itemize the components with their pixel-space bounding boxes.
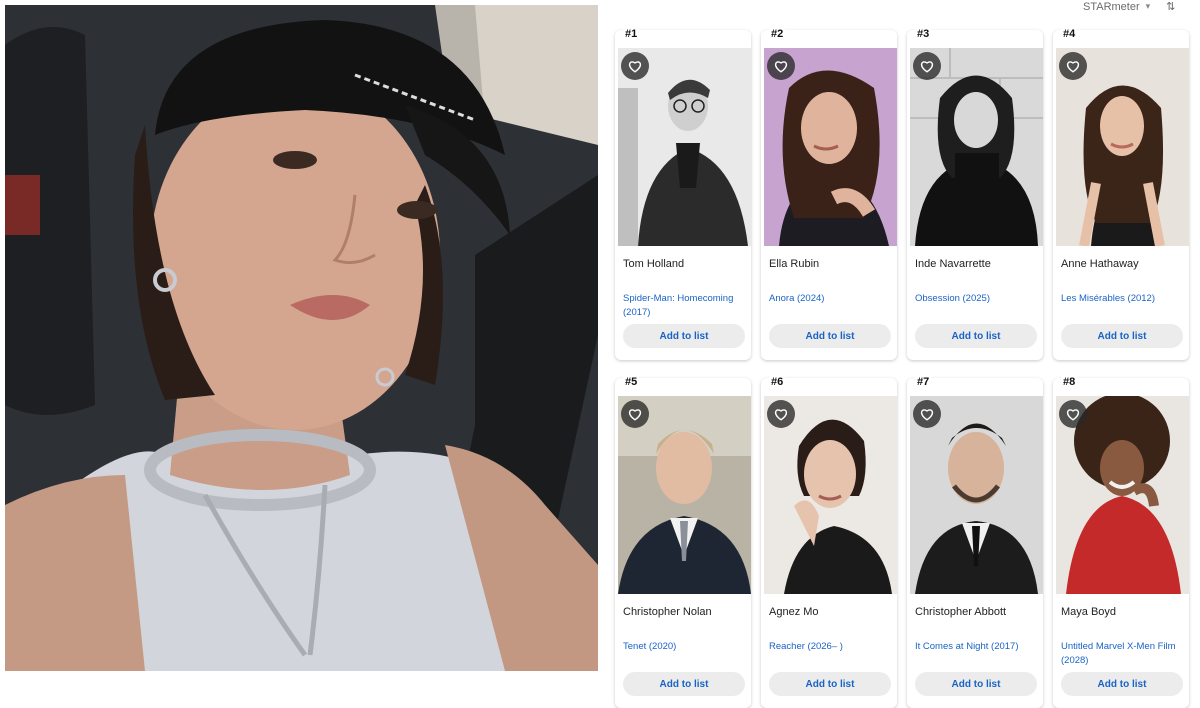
divider bbox=[598, 0, 610, 675]
known-for-link[interactable]: It Comes at Night (2017) bbox=[915, 640, 1039, 654]
heart-outline-icon bbox=[920, 408, 934, 421]
star-card[interactable]: #3 Inde Navarrette Obsession (2025) Add … bbox=[907, 28, 1043, 360]
star-card[interactable]: #1 Tom Holland Spider-Man: Homecoming (2… bbox=[615, 28, 751, 360]
rank-badge: #1 bbox=[623, 28, 640, 40]
star-card[interactable]: #2 Ella Rubin Anora (2024) Add to list bbox=[761, 28, 897, 360]
known-for-link[interactable]: Untitled Marvel X-Men Film (2028) bbox=[1061, 640, 1185, 668]
star-photo[interactable] bbox=[618, 48, 751, 246]
rank-badge: #2 bbox=[769, 28, 786, 40]
heart-outline-icon bbox=[628, 408, 642, 421]
star-photo[interactable] bbox=[1056, 396, 1189, 594]
star-name[interactable]: Agnez Mo bbox=[769, 606, 819, 618]
star-name[interactable]: Christopher Nolan bbox=[623, 606, 712, 618]
known-for-link[interactable]: Anora (2024) bbox=[769, 292, 893, 306]
star-photo[interactable] bbox=[764, 396, 897, 594]
favorite-button[interactable] bbox=[621, 52, 649, 80]
add-to-list-button[interactable]: Add to list bbox=[1061, 672, 1183, 696]
add-to-list-button[interactable]: Add to list bbox=[769, 324, 891, 348]
known-for-link[interactable]: Obsession (2025) bbox=[915, 292, 1039, 306]
heart-outline-icon bbox=[774, 60, 788, 73]
rank-badge: #8 bbox=[1061, 376, 1078, 388]
heart-outline-icon bbox=[1066, 60, 1080, 73]
favorite-button[interactable] bbox=[1059, 52, 1087, 80]
known-for-link[interactable]: Reacher (2026– ) bbox=[769, 640, 893, 654]
star-card[interactable]: #4 Anne Hathaway Les Misérables (2012) A… bbox=[1053, 28, 1189, 360]
star-name[interactable]: Anne Hathaway bbox=[1061, 258, 1139, 270]
rank-badge: #3 bbox=[915, 28, 932, 40]
rank-badge: #6 bbox=[769, 376, 786, 388]
known-for-link[interactable]: Spider-Man: Homecoming (2017) bbox=[623, 292, 747, 320]
star-name[interactable]: Maya Boyd bbox=[1061, 606, 1116, 618]
star-card[interactable]: #6 Agnez Mo Reacher (2026– ) Add to list bbox=[761, 376, 897, 708]
rank-badge: #7 bbox=[915, 376, 932, 388]
star-card[interactable]: #5 Christopher Nolan Tenet (2020) Add to… bbox=[615, 376, 751, 708]
heart-outline-icon bbox=[920, 60, 934, 73]
star-photo[interactable] bbox=[764, 48, 897, 246]
star-photo[interactable] bbox=[910, 48, 1043, 246]
known-for-link[interactable]: Tenet (2020) bbox=[623, 640, 747, 654]
add-to-list-button[interactable]: Add to list bbox=[915, 324, 1037, 348]
favorite-button[interactable] bbox=[767, 400, 795, 428]
star-name[interactable]: Tom Holland bbox=[623, 258, 684, 270]
favorite-button[interactable] bbox=[1059, 400, 1087, 428]
favorite-button[interactable] bbox=[913, 52, 941, 80]
star-name[interactable]: Inde Navarrette bbox=[915, 258, 991, 270]
star-name[interactable]: Christopher Abbott bbox=[915, 606, 1006, 618]
add-to-list-button[interactable]: Add to list bbox=[769, 672, 891, 696]
known-for-link[interactable]: Les Misérables (2012) bbox=[1061, 292, 1185, 306]
star-photo[interactable] bbox=[910, 396, 1043, 594]
add-to-list-button[interactable]: Add to list bbox=[1061, 324, 1183, 348]
star-card[interactable]: #8 Maya Boyd Untitled Marvel X-Men Film … bbox=[1053, 376, 1189, 708]
heart-outline-icon bbox=[628, 60, 642, 73]
rank-badge: #4 bbox=[1061, 28, 1078, 40]
heart-outline-icon bbox=[774, 408, 788, 421]
star-name[interactable]: Ella Rubin bbox=[769, 258, 819, 270]
heart-outline-icon bbox=[1066, 408, 1080, 421]
rank-badge: #5 bbox=[623, 376, 640, 388]
add-to-list-button[interactable]: Add to list bbox=[623, 672, 745, 696]
star-photo[interactable] bbox=[618, 396, 751, 594]
star-grid: #1 Tom Holland Spider-Man: Homecoming (2… bbox=[612, 0, 1200, 708]
featured-photo bbox=[5, 5, 598, 671]
add-to-list-button[interactable]: Add to list bbox=[623, 324, 745, 348]
star-card[interactable]: #7 Christopher Abbott It Comes at Night … bbox=[907, 376, 1043, 708]
add-to-list-button[interactable]: Add to list bbox=[915, 672, 1037, 696]
star-photo[interactable] bbox=[1056, 48, 1189, 246]
favorite-button[interactable] bbox=[621, 400, 649, 428]
favorite-button[interactable] bbox=[767, 52, 795, 80]
favorite-button[interactable] bbox=[913, 400, 941, 428]
